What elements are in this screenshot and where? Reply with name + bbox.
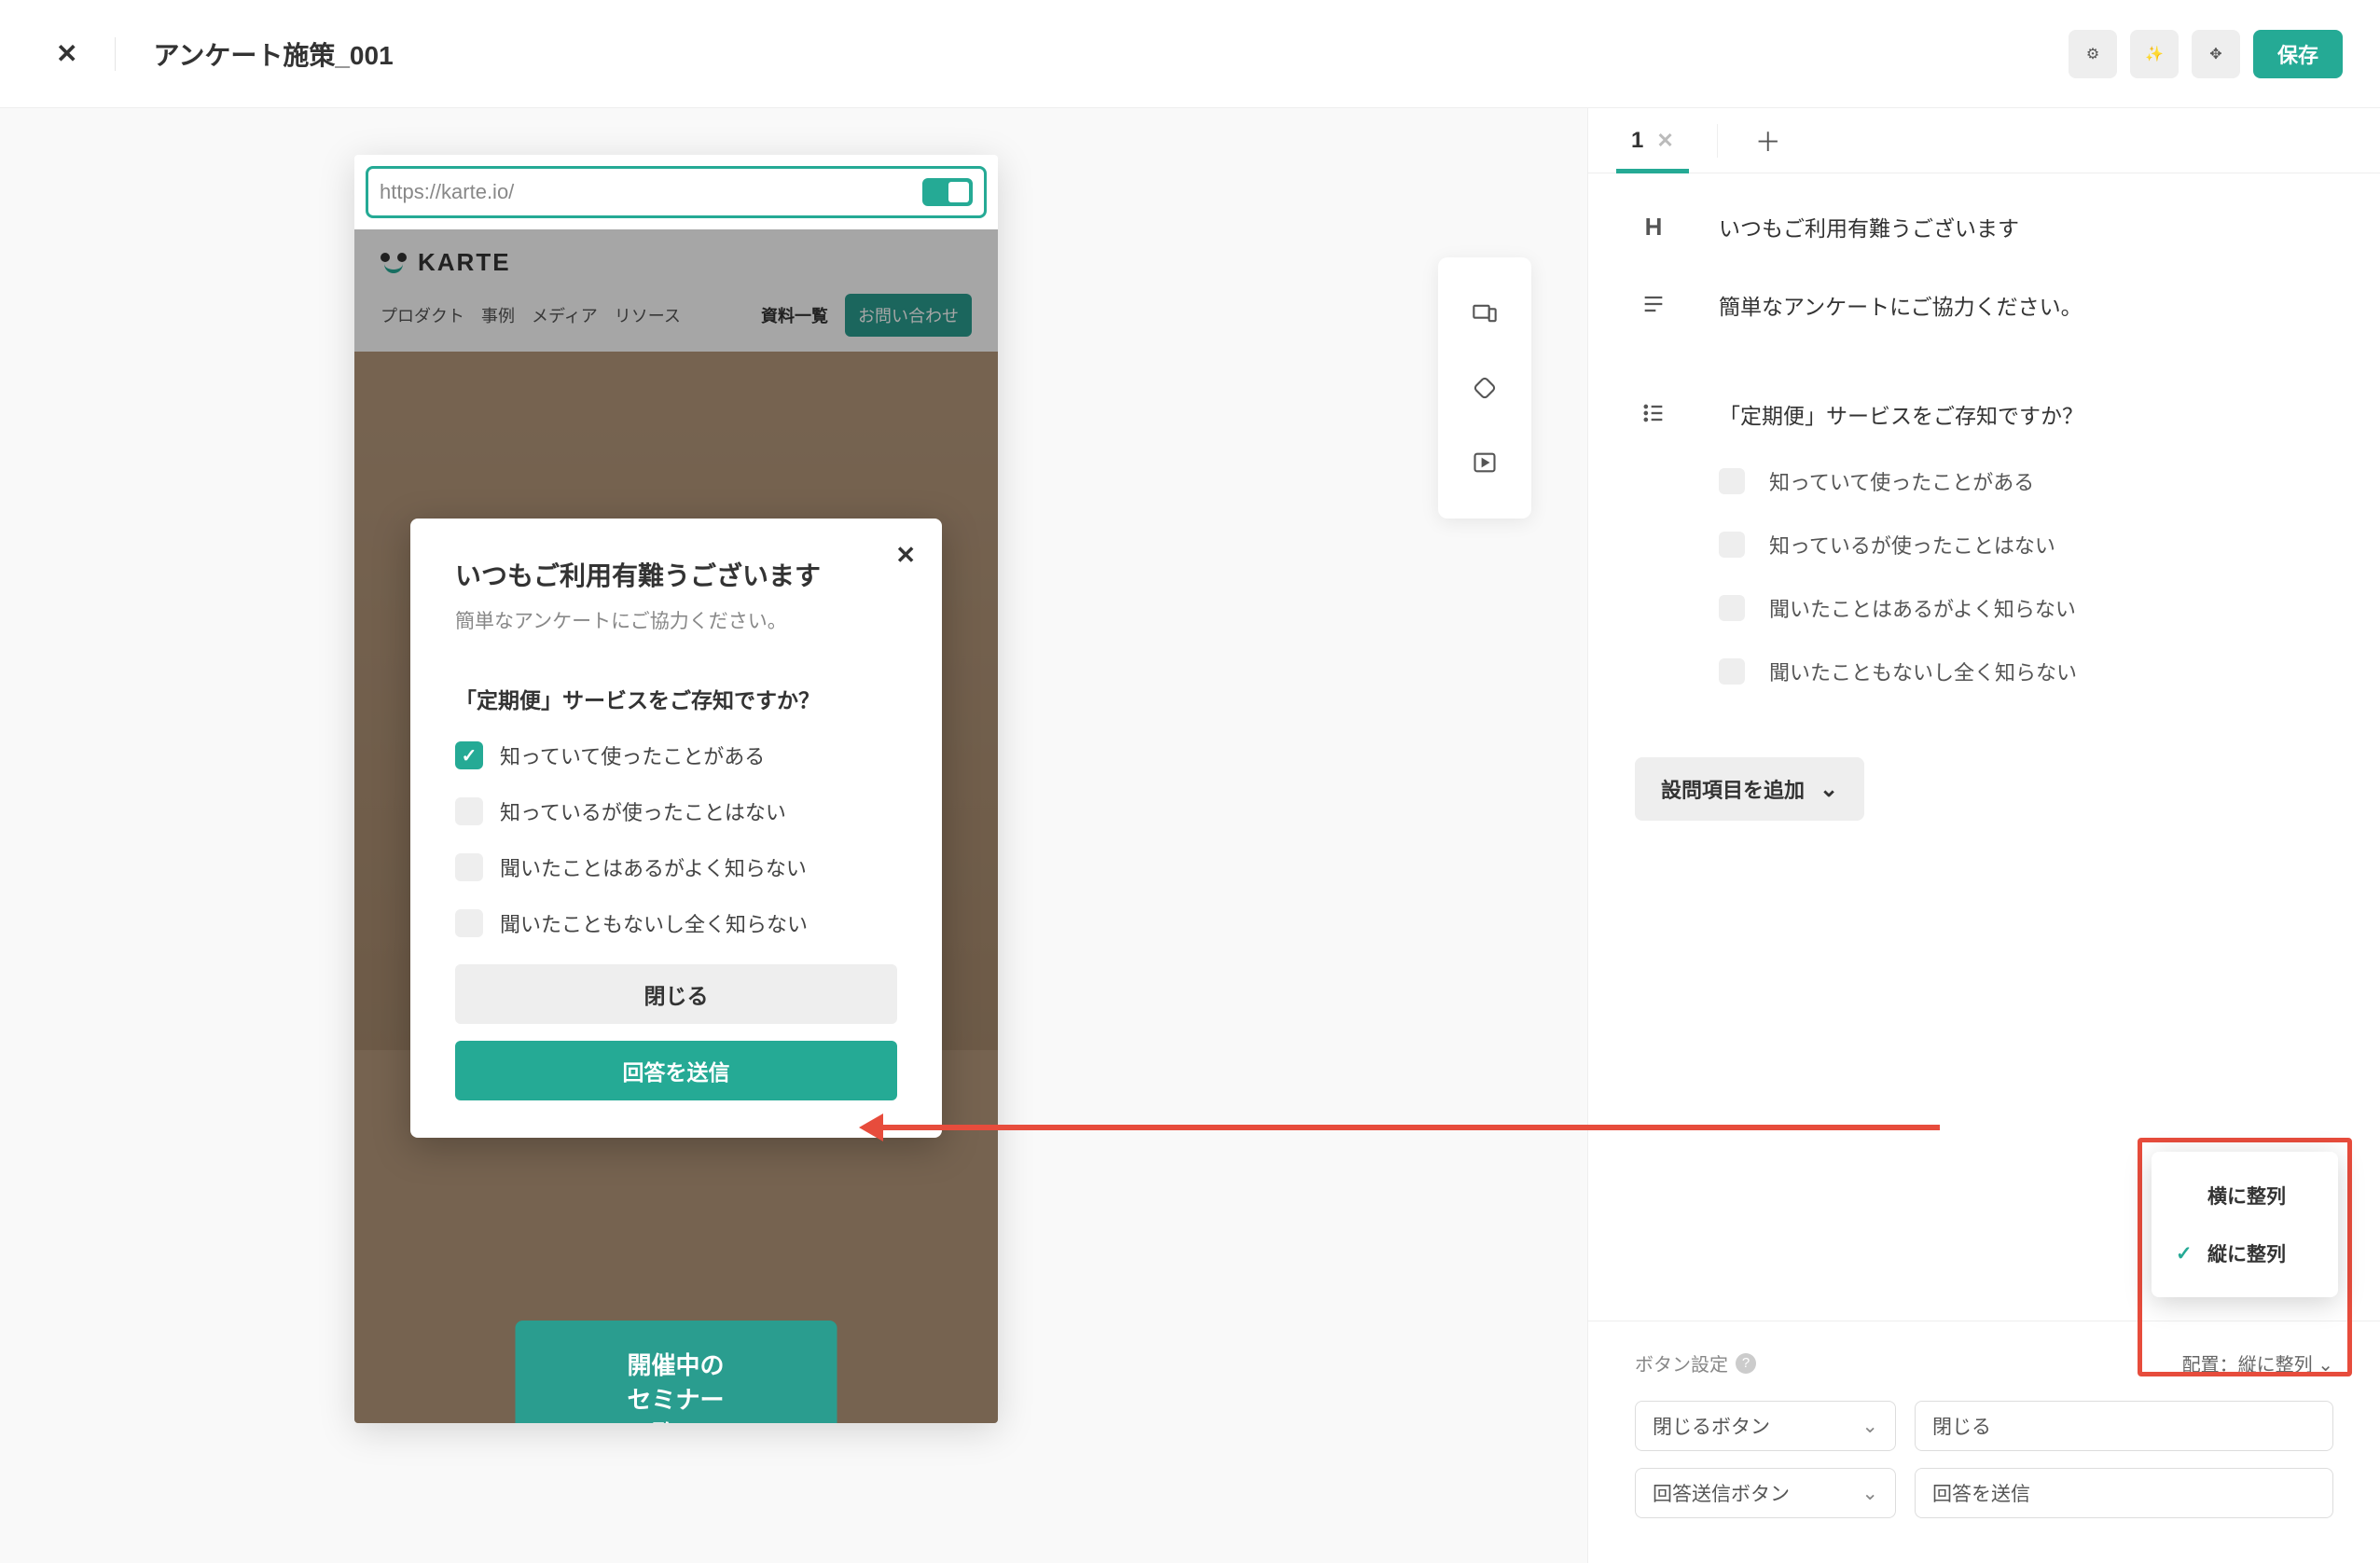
- site-header: KARTE プロダクト 事例 メディア リソース 資料一覧 お問い合わせ: [354, 229, 998, 352]
- divider: [1717, 124, 1718, 158]
- modal-submit-button[interactable]: 回答を送信: [455, 1041, 897, 1100]
- play-icon[interactable]: [1464, 442, 1505, 483]
- annotation-highlight: 横に整列 ✓縦に整列: [2138, 1138, 2352, 1376]
- move-icon: ✥: [2209, 45, 2221, 63]
- block-heading[interactable]: H いつもご利用有難うございます: [1635, 211, 2333, 242]
- panel-option[interactable]: 知っていて使ったことがある: [1719, 466, 2333, 496]
- checkbox-icon[interactable]: [1719, 532, 1745, 558]
- checkbox-icon[interactable]: [1719, 595, 1745, 621]
- button-type-select[interactable]: 回答送信ボタン: [1635, 1468, 1896, 1518]
- button-label-input[interactable]: 回答を送信: [1915, 1468, 2333, 1518]
- close-icon[interactable]: ✕: [56, 38, 77, 69]
- phone-preview: https://karte.io/ KARTE プロダクト 事例: [354, 155, 998, 1423]
- button-label-input[interactable]: 閉じる: [1915, 1401, 2333, 1451]
- add-question-button[interactable]: 設問項目を追加: [1635, 757, 1864, 821]
- preview-tools: [1438, 257, 1531, 519]
- checkbox-icon[interactable]: [1719, 658, 1745, 685]
- tab-close-icon[interactable]: ✕: [1656, 129, 1673, 153]
- popup-item-vertical[interactable]: ✓縦に整列: [2152, 1224, 2338, 1282]
- annotation-arrow: [867, 1125, 1940, 1130]
- devices-icon[interactable]: [1464, 293, 1505, 334]
- magic-button[interactable]: ✨: [2130, 30, 2179, 78]
- modal-close-icon[interactable]: ✕: [895, 541, 916, 570]
- list-icon: [1635, 398, 1672, 433]
- app-header: ✕ アンケート施策_001 ⚙ ✨ ✥ 保存: [0, 0, 2380, 108]
- survey-modal: ✕ いつもご利用有難うございます 簡単なアンケートにご協力ください。 「定期便」…: [410, 519, 942, 1138]
- checkbox-icon[interactable]: [455, 909, 483, 937]
- tab-1[interactable]: 1 ✕: [1616, 108, 1689, 173]
- preview-canvas: https://karte.io/ KARTE プロダクト 事例: [0, 108, 1587, 1563]
- popup-item-horizontal[interactable]: 横に整列: [2152, 1167, 2338, 1224]
- panel-option[interactable]: 聞いたこともないし全く知らない: [1719, 657, 2333, 686]
- check-icon: ✓: [2176, 1242, 2194, 1266]
- rotate-icon[interactable]: [1464, 367, 1505, 408]
- modal-subtitle: 簡単なアンケートにご協力ください。: [455, 606, 897, 634]
- url-bar[interactable]: https://karte.io/: [366, 166, 987, 218]
- help-icon[interactable]: ?: [1736, 1353, 1756, 1374]
- wand-icon: ✨: [2145, 45, 2164, 63]
- block-text[interactable]: 簡単なアンケートにご協力ください。: [1635, 289, 2333, 324]
- move-button[interactable]: ✥: [2192, 30, 2240, 78]
- preview-toggle[interactable]: [922, 178, 973, 206]
- save-button[interactable]: 保存: [2253, 30, 2343, 78]
- checkbox-icon[interactable]: [455, 797, 483, 825]
- checkbox-icon[interactable]: [1719, 468, 1745, 494]
- align-popup: 横に整列 ✓縦に整列: [2152, 1152, 2338, 1297]
- modal-close-button[interactable]: 閉じる: [455, 964, 897, 1024]
- text-icon: [1635, 289, 1672, 324]
- heading-icon: H: [1635, 211, 1672, 242]
- editor-panel: 1 ✕ ＋ H いつもご利用有難うございます 簡単なアンケートにご協力ください。: [1587, 108, 2380, 1563]
- section-label: ボタン設定 ?: [1635, 1349, 1756, 1376]
- modal-option[interactable]: 知っていて使ったことがある: [455, 740, 897, 770]
- page-title: アンケート施策_001: [153, 35, 393, 73]
- checkbox-icon[interactable]: [455, 853, 483, 881]
- gear-icon: ⚙: [2086, 45, 2099, 63]
- url-text: https://karte.io/: [380, 180, 514, 204]
- modal-option[interactable]: 聞いたこともないし全く知らない: [455, 908, 897, 938]
- button-type-select[interactable]: 閉じるボタン: [1635, 1401, 1896, 1451]
- tab-add-icon[interactable]: ＋: [1746, 122, 1791, 159]
- modal-question: 「定期便」サービスをご存知ですか？: [455, 683, 897, 714]
- modal-option[interactable]: 聞いたことはあるがよく知らない: [455, 852, 897, 882]
- modal-title: いつもご利用有難うございます: [455, 556, 897, 593]
- modal-option[interactable]: 知っているが使ったことはない: [455, 796, 897, 826]
- seminar-button[interactable]: 開催中のセミナー一覧: [516, 1321, 837, 1423]
- panel-option[interactable]: 聞いたことはあるがよく知らない: [1719, 593, 2333, 623]
- divider: [115, 37, 116, 71]
- checkbox-icon[interactable]: [455, 741, 483, 769]
- block-question[interactable]: 「定期便」サービスをご存知ですか？: [1635, 398, 2333, 433]
- settings-button[interactable]: ⚙: [2069, 30, 2117, 78]
- panel-option[interactable]: 知っているが使ったことはない: [1719, 530, 2333, 560]
- tab-bar: 1 ✕ ＋: [1588, 108, 2380, 173]
